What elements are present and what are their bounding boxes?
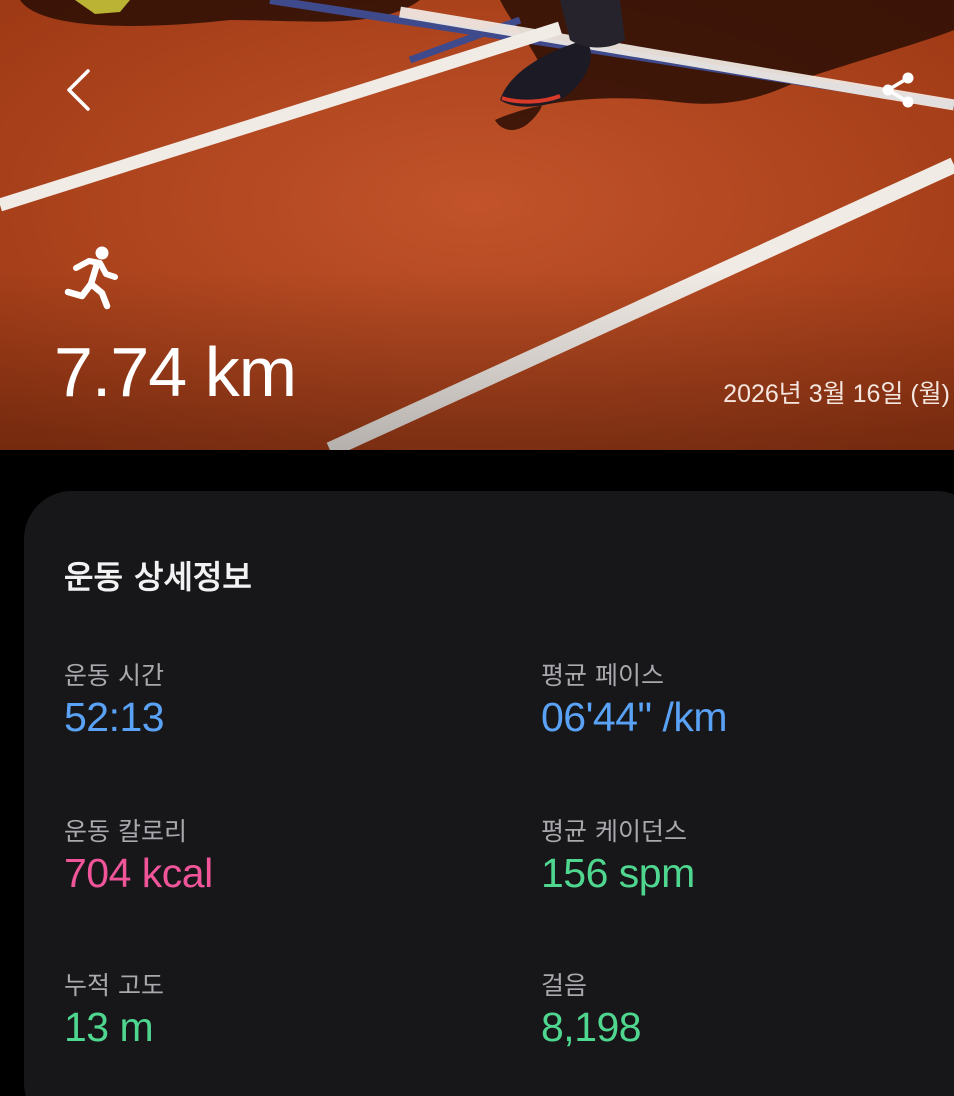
- stat-label-avg-pace: 평균 페이스: [541, 661, 664, 690]
- workout-detail-screen: 7.74 km 2026년 3월 16일 (월) 운동 상세정보 운동 시간 5…: [0, 0, 954, 1096]
- share-icon: [882, 72, 914, 108]
- hero-track-image: 7.74 km 2026년 3월 16일 (월): [0, 0, 954, 450]
- stat-label-calories: 운동 칼로리: [64, 817, 187, 846]
- stat-value-calories: 704 kcal: [64, 850, 213, 896]
- workout-date: 2026년 3월 16일 (월): [723, 380, 950, 408]
- stat-value-avg-cadence: 156 spm: [541, 850, 695, 896]
- section-title: 운동 상세정보: [64, 558, 252, 596]
- stat-label-duration: 운동 시간: [64, 661, 164, 690]
- stat-value-avg-pace: 06'44" /km: [541, 694, 728, 740]
- share-button[interactable]: [866, 60, 930, 120]
- stat-value-duration: 52:13: [64, 694, 165, 740]
- chevron-left-icon: [67, 69, 90, 111]
- stat-label-elevation: 누적 고도: [64, 971, 164, 1000]
- back-button[interactable]: [48, 60, 108, 120]
- stat-value-steps: 8,198: [541, 1004, 642, 1050]
- distance-value: 7.74 km: [54, 333, 297, 411]
- stat-label-avg-cadence: 평균 케이던스: [541, 817, 687, 846]
- running-person-icon: [64, 246, 118, 310]
- stat-label-steps: 걸음: [541, 971, 588, 1000]
- stat-value-elevation: 13 m: [64, 1004, 154, 1050]
